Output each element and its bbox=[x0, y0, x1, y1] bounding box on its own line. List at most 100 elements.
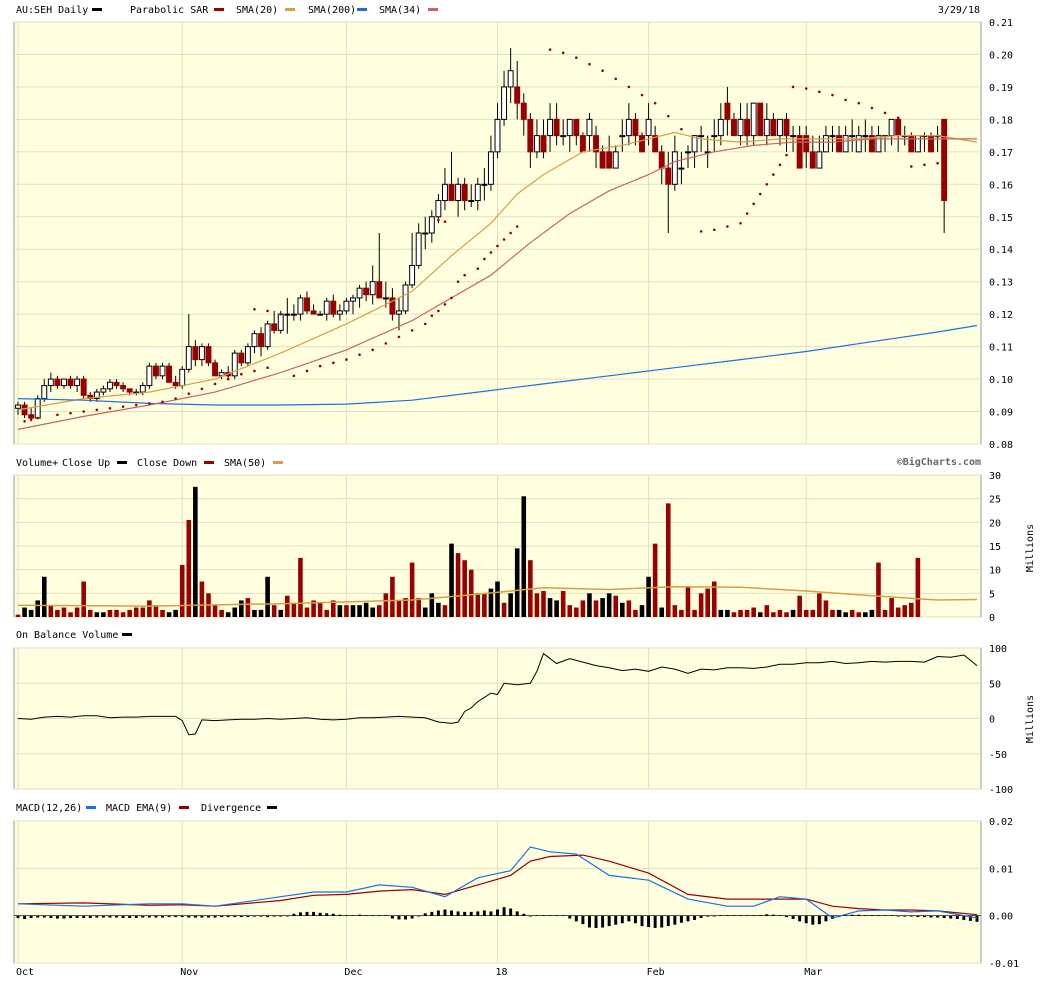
volume-bar bbox=[803, 609, 809, 617]
candle-body bbox=[415, 232, 422, 266]
candle-body bbox=[862, 135, 869, 138]
volume-bar bbox=[298, 557, 303, 617]
volume-bar bbox=[843, 612, 848, 617]
candle-body bbox=[323, 300, 330, 315]
volume-bar bbox=[68, 612, 73, 617]
candle-body bbox=[836, 135, 843, 153]
volume-bar bbox=[173, 609, 178, 617]
volume-ylabel: Millions bbox=[1025, 524, 1036, 572]
candle-body bbox=[606, 151, 613, 169]
volume-bar bbox=[160, 609, 165, 617]
divergence-bar bbox=[587, 915, 591, 928]
volume-bar bbox=[22, 607, 27, 617]
sar-dot bbox=[443, 220, 447, 223]
volume-bar bbox=[383, 593, 389, 617]
divergence-bar bbox=[325, 913, 329, 916]
sar-dot bbox=[726, 225, 729, 228]
volume-bar bbox=[902, 605, 908, 617]
volume-bar bbox=[593, 600, 599, 617]
candle-body bbox=[172, 381, 179, 387]
divergence-bar bbox=[450, 910, 453, 916]
divergence-bar bbox=[430, 911, 434, 916]
divergence-bar bbox=[502, 907, 506, 916]
volume-bar bbox=[370, 607, 375, 617]
candle-body bbox=[47, 378, 54, 387]
sar-dot bbox=[345, 358, 348, 361]
volume-bar bbox=[449, 543, 454, 617]
volume-bar bbox=[265, 576, 270, 617]
divergence-bar bbox=[811, 915, 815, 925]
sar-dot bbox=[200, 387, 204, 391]
divergence-bar bbox=[69, 915, 73, 919]
chart-title: AU:SEH Daily bbox=[16, 5, 88, 16]
candle-body bbox=[290, 313, 297, 316]
candle-body bbox=[507, 70, 514, 88]
candle-body bbox=[461, 183, 468, 202]
sar-dot bbox=[936, 161, 939, 165]
volume-bar bbox=[751, 607, 756, 617]
sar-dot bbox=[456, 280, 460, 283]
volume-bar bbox=[757, 612, 763, 617]
divergence-bar bbox=[949, 915, 953, 919]
volume-bar bbox=[337, 605, 343, 617]
volume-bar bbox=[830, 609, 835, 617]
divergence-bar bbox=[601, 915, 605, 928]
volume-bar bbox=[482, 593, 487, 617]
candle-body bbox=[369, 281, 376, 296]
divergence-bar bbox=[134, 915, 138, 919]
candle-body bbox=[159, 365, 166, 377]
volume-bar bbox=[74, 607, 80, 617]
divergence-bar bbox=[318, 912, 322, 916]
obv-tick-label: 0 bbox=[989, 715, 995, 726]
volume-bar bbox=[61, 607, 67, 617]
sar-dot bbox=[712, 228, 716, 232]
volume-bar bbox=[199, 581, 205, 617]
candle-body bbox=[363, 287, 370, 296]
sar-dot bbox=[942, 160, 946, 163]
volume-bar bbox=[534, 593, 540, 617]
divergence-bar bbox=[581, 915, 585, 925]
candle-body bbox=[34, 398, 41, 419]
price-tick-label: 0.20 bbox=[989, 50, 1013, 61]
sar-dot bbox=[148, 402, 151, 405]
divergence-bar bbox=[955, 915, 959, 919]
candle-body bbox=[658, 151, 665, 169]
macd-swatch bbox=[86, 806, 96, 809]
candle-body bbox=[350, 297, 356, 302]
volume-bar bbox=[547, 598, 553, 617]
divergence-bar bbox=[817, 915, 821, 925]
candle-body bbox=[803, 135, 810, 153]
divergence-bar bbox=[620, 915, 624, 924]
candle-body bbox=[212, 362, 219, 377]
volume-bar bbox=[692, 609, 697, 617]
volume-bar bbox=[633, 609, 638, 617]
volume-bar bbox=[140, 607, 146, 617]
candle-body bbox=[382, 297, 389, 300]
candle-body bbox=[146, 365, 153, 387]
price-tick-label: 0.08 bbox=[989, 440, 1013, 451]
volume-bar bbox=[28, 609, 34, 617]
candle-body bbox=[619, 135, 626, 138]
sar-dot bbox=[430, 314, 434, 318]
candle-body bbox=[783, 118, 790, 137]
sar-dot bbox=[515, 225, 519, 228]
volume-tick-label: 5 bbox=[989, 589, 995, 600]
volume-bar bbox=[738, 609, 743, 617]
candle-body bbox=[330, 300, 337, 315]
macd-tick-label: 0.00 bbox=[989, 912, 1013, 923]
volume-bar bbox=[744, 609, 750, 617]
volume-tick-label: 20 bbox=[989, 518, 1001, 529]
volume-bar bbox=[120, 612, 126, 617]
sar-dot bbox=[95, 408, 99, 412]
volume-bar bbox=[416, 598, 421, 617]
candle-body bbox=[776, 118, 783, 137]
sar-dot bbox=[765, 183, 769, 186]
volume-bar bbox=[863, 612, 868, 617]
candle-body bbox=[527, 118, 534, 153]
volume-bar bbox=[87, 609, 93, 617]
candle-body bbox=[304, 297, 310, 312]
candle-body bbox=[579, 135, 586, 153]
candle-body bbox=[152, 365, 159, 377]
candle-body bbox=[284, 313, 291, 316]
candle-body bbox=[501, 86, 508, 120]
